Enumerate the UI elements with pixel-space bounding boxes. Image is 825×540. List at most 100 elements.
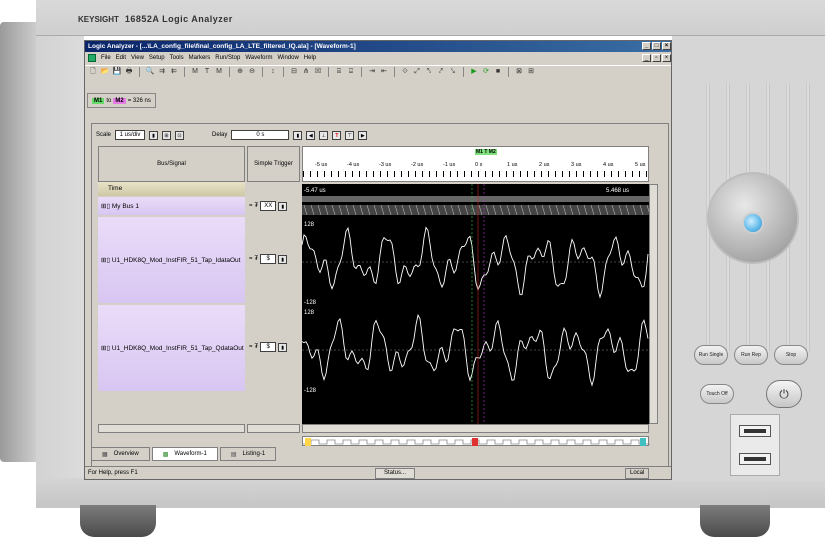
trigger-op[interactable]: = <box>249 256 253 262</box>
trigger-value-input[interactable]: $ <box>260 342 277 352</box>
marker-m1-badge[interactable]: M1 <box>92 97 105 104</box>
bus-icon[interactable]: ⋔ <box>301 67 311 77</box>
tab-waveform-1[interactable]: ▩ Waveform-1 <box>151 447 218 461</box>
cursor-icon[interactable]: ↕ <box>268 67 278 77</box>
status-button[interactable]: Status... <box>375 468 416 479</box>
trigger-scrollbar[interactable] <box>247 424 300 433</box>
expand-icon[interactable]: ⊞▯ <box>101 344 112 352</box>
trigger-base-icon[interactable]: ₮ <box>255 344 259 350</box>
time-scrollbar[interactable] <box>302 424 649 433</box>
trigger-icon[interactable]: T <box>202 67 212 77</box>
trigger-spin-icon[interactable]: ▮ <box>278 254 288 264</box>
tab-overview[interactable]: ▦ Overview <box>91 447 150 461</box>
maximize-button[interactable]: □ <box>652 42 661 50</box>
zoom-marker-icon[interactable]: ⊡ <box>175 130 185 140</box>
overview-strip[interactable] <box>302 436 650 446</box>
usb-port[interactable] <box>739 425 771 437</box>
collapse-icon[interactable]: ⇤ <box>379 67 389 77</box>
stop-all-icon[interactable]: ⊠ <box>514 67 524 77</box>
menu-file[interactable]: File <box>101 55 111 61</box>
expand-icon[interactable]: ⇥ <box>367 67 377 77</box>
touch-off-button[interactable]: Touch Off <box>700 384 734 404</box>
trigger-op[interactable]: = <box>249 203 253 209</box>
group-icon[interactable]: ⌸ <box>334 67 344 77</box>
filter-icon[interactable]: ⟐ <box>400 67 410 77</box>
grid-icon[interactable]: ⊞ <box>526 67 536 77</box>
menu-view[interactable]: View <box>131 55 144 61</box>
edge2-icon[interactable]: ⤣ <box>424 67 434 77</box>
trigger-base-icon[interactable]: ₮ <box>255 203 259 209</box>
edge4-icon[interactable]: ⤥ <box>448 67 458 77</box>
edge3-icon[interactable]: ⤤ <box>436 67 446 77</box>
expand-icon[interactable]: ⊞▯ <box>101 202 112 210</box>
zoom-fit-icon[interactable]: ⊞ <box>162 130 172 140</box>
edge-icon[interactable]: ⤢ <box>412 67 422 77</box>
zoom-in-icon[interactable]: ⊕ <box>235 67 245 77</box>
run-icon[interactable]: ▶ <box>469 67 479 77</box>
bus-signal-header[interactable]: Bus/Signal <box>98 146 245 182</box>
find-prev-icon[interactable]: ⇇ <box>169 67 179 77</box>
goto-next-icon[interactable]: ⊤ <box>345 130 355 140</box>
stop-icon[interactable]: ■ <box>493 67 503 77</box>
menu-markers[interactable]: Markers <box>189 55 211 61</box>
menu-tools[interactable]: Tools <box>170 55 184 61</box>
new-icon[interactable]: 🗋 <box>88 67 98 77</box>
marker-icon[interactable]: M <box>190 67 200 77</box>
marker-tag[interactable]: M1 T M2 <box>475 149 497 155</box>
time-ruler[interactable]: M1 T M2 -5 us -4 us -3 us -2 us -1 us 0 s 1 us… <box>302 146 650 182</box>
zoom-out-icon[interactable]: ⊖ <box>247 67 257 77</box>
find-icon[interactable]: 🔍 <box>145 67 155 77</box>
delete-icon[interactable]: ☒ <box>313 67 323 77</box>
repeat-icon[interactable]: ⟳ <box>481 67 491 77</box>
mark-icon[interactable]: M <box>214 67 224 77</box>
run-single-button[interactable]: Run Single <box>694 345 728 365</box>
print-icon[interactable]: 🖶 <box>124 67 134 77</box>
find-next-icon[interactable]: ⇉ <box>157 67 167 77</box>
trigger-value-input[interactable]: $ <box>260 254 277 264</box>
vertical-scrollbar[interactable] <box>649 184 658 424</box>
insert-icon[interactable]: ⊟ <box>289 67 299 77</box>
label-scrollbar[interactable] <box>98 424 245 433</box>
stop-button[interactable]: Stop <box>774 345 808 365</box>
rotary-knob[interactable] <box>707 172 799 264</box>
usb-port[interactable] <box>739 453 771 465</box>
menu-help[interactable]: Help <box>304 55 316 61</box>
marker-measurement[interactable]: M1 to M2 = 326 ns <box>87 93 156 108</box>
minimize-button[interactable]: _ <box>642 42 651 50</box>
signal-label-idata[interactable]: ⊞▯ U1_HDK8Q_Mod_InstFIR_51_Tap_IdataOut <box>98 217 245 303</box>
doc-restore-button[interactable]: ▫ <box>652 54 661 62</box>
open-icon[interactable]: 📂 <box>100 67 110 77</box>
simple-trigger-header[interactable]: Simple Trigger <box>247 146 300 182</box>
menu-run-stop[interactable]: Run/Stop <box>215 55 240 61</box>
doc-close-button[interactable]: × <box>662 54 671 62</box>
scale-input[interactable]: 1 us/div <box>115 130 146 140</box>
marker-m2-badge[interactable]: M2 <box>113 97 126 104</box>
save-icon[interactable]: 💾 <box>112 67 122 77</box>
goto-end-icon[interactable]: ▶ <box>358 130 368 140</box>
tab-listing-1[interactable]: ▤ Listing-1 <box>219 447 277 461</box>
menu-window[interactable]: Window <box>277 55 298 61</box>
goto-marker-icon[interactable]: ⊥ <box>319 130 329 140</box>
app-icon[interactable] <box>88 54 96 62</box>
goto-trigger-icon[interactable]: T <box>332 130 342 140</box>
trigger-spin-icon[interactable]: ▮ <box>278 201 288 211</box>
trigger-base-icon[interactable]: ₮ <box>255 256 259 262</box>
run-rep-button[interactable]: Run Rep <box>734 345 768 365</box>
menu-edit[interactable]: Edit <box>116 55 126 61</box>
trigger-spin-icon[interactable]: ▮ <box>278 342 288 352</box>
waveform-plot[interactable]: -5.47 us 5.468 us 128 -128 128 -128 <box>301 184 651 424</box>
power-button[interactable]: ⏻ <box>766 380 802 408</box>
signal-label-qdata[interactable]: ⊞▯ U1_HDK8Q_Mod_InstFIR_51_Tap_QdataOut <box>98 305 245 391</box>
menu-setup[interactable]: Setup <box>149 55 165 61</box>
scale-spin-icon[interactable]: ▮ <box>149 130 159 140</box>
doc-minimize-button[interactable]: _ <box>642 54 651 62</box>
expand-icon[interactable]: ⊞▯ <box>101 256 112 264</box>
delay-input[interactable]: 0 s <box>231 130 290 140</box>
close-button[interactable]: × <box>662 42 671 50</box>
delay-spin-icon[interactable]: ▮ <box>293 130 303 140</box>
signal-label-bus1[interactable]: ⊞▯ My Bus 1 <box>98 197 245 215</box>
menu-waveform[interactable]: Waveform <box>245 55 272 61</box>
trigger-op[interactable]: = <box>249 344 253 350</box>
trigger-value-input[interactable]: XX <box>260 201 277 211</box>
goto-start-icon[interactable]: ◀ <box>306 130 316 140</box>
